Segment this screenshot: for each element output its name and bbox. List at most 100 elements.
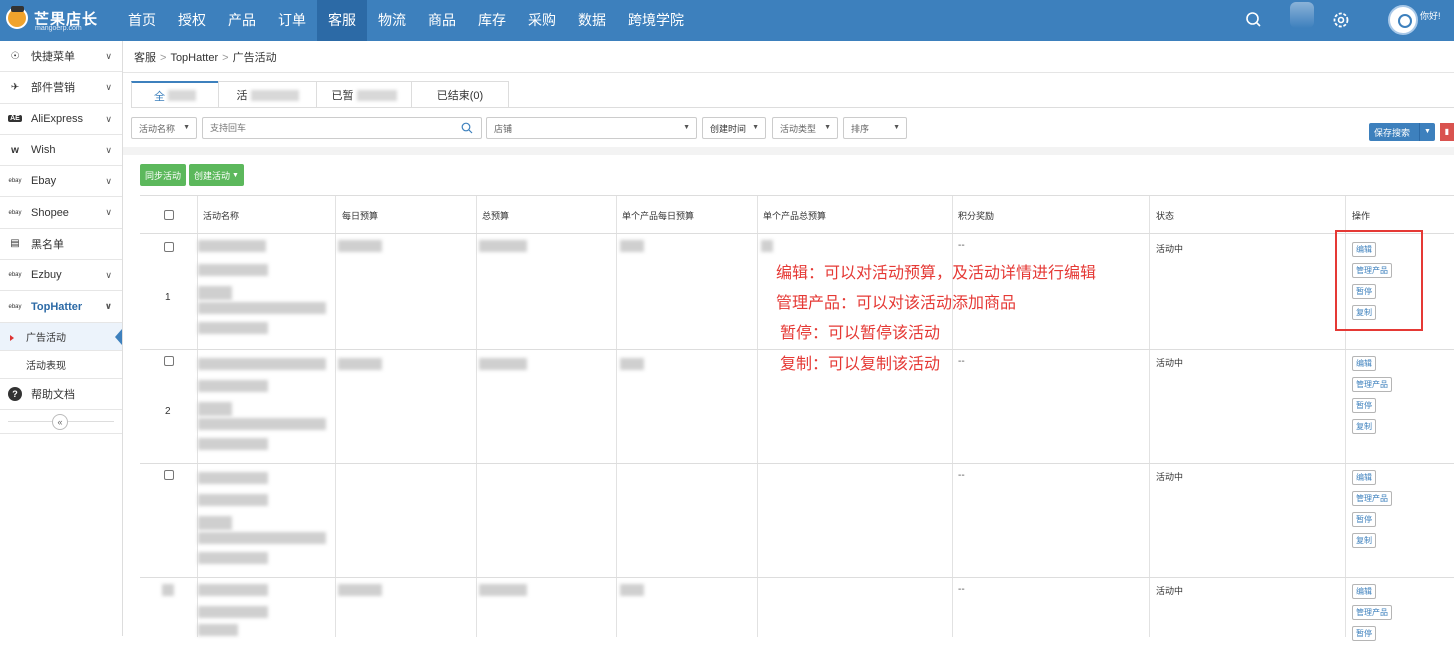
- copy-button[interactable]: 复制: [1352, 419, 1376, 434]
- nav-data[interactable]: 数据: [567, 0, 617, 41]
- manage-products-button[interactable]: 管理产品: [1352, 605, 1392, 620]
- save-search-button[interactable]: 保存搜索 ▼: [1369, 123, 1435, 141]
- settings-gear-icon[interactable]: [1331, 10, 1351, 30]
- row-checkbox[interactable]: [164, 356, 174, 366]
- button-label: 创建活动: [194, 170, 231, 181]
- sidebar-item-ezbuy[interactable]: ebay Ezbuy ∨: [0, 260, 122, 292]
- blurred-content: [338, 584, 382, 596]
- list-icon: ▤: [10, 238, 20, 250]
- search-icon[interactable]: [1244, 10, 1264, 30]
- pause-button[interactable]: 暂停: [1352, 398, 1376, 413]
- blurred-content: [479, 584, 527, 596]
- nav-goods[interactable]: 商品: [417, 0, 467, 41]
- caret-down-icon: ▼: [232, 171, 239, 179]
- nav-auth[interactable]: 授权: [167, 0, 217, 41]
- collapse-sidebar-icon[interactable]: «: [52, 413, 68, 430]
- nav-logistics[interactable]: 物流: [367, 0, 417, 41]
- sidebar-item-blacklist[interactable]: ▤ 黑名单: [0, 229, 122, 261]
- row-checkbox[interactable]: [164, 242, 174, 252]
- sort-select[interactable]: 排序 ▼: [843, 117, 907, 139]
- activity-name-select[interactable]: 活动名称 ▼: [131, 117, 197, 139]
- search-icon[interactable]: [461, 122, 473, 134]
- breadcrumb-item[interactable]: 客服: [134, 52, 156, 64]
- tab-ended[interactable]: 已结束(0): [411, 81, 509, 108]
- edit-button[interactable]: 编辑: [1352, 470, 1376, 485]
- caret-down-icon: ▼: [824, 124, 831, 131]
- nav-purchase[interactable]: 采购: [517, 0, 567, 41]
- nav-orders[interactable]: 订单: [267, 0, 317, 41]
- row-checkbox[interactable]: [164, 470, 174, 480]
- status-text: 活动中: [1156, 586, 1184, 596]
- sidebar-item-label: 黑名单: [31, 238, 64, 251]
- blurred-content: [198, 264, 268, 276]
- search-input[interactable]: [210, 123, 330, 133]
- manage-products-button[interactable]: 管理产品: [1352, 491, 1392, 506]
- button-label: 保存搜索: [1374, 127, 1411, 138]
- paper-plane-icon: ✈: [10, 81, 20, 93]
- chevron-down-icon: ∨: [105, 176, 112, 187]
- nav-academy[interactable]: 跨境学院: [617, 0, 695, 41]
- trash-icon[interactable]: ▮: [1440, 123, 1454, 141]
- sidebar-item-marketing[interactable]: ✈ 部件营销 ∨: [0, 72, 122, 104]
- sidebar: ☉ 快捷菜单 ∨ ✈ 部件营销 ∨ AE AliExpress ∨ w Wish ∨ ebay E…: [0, 41, 123, 636]
- edit-button[interactable]: 编辑: [1352, 356, 1376, 371]
- ebay-icon: ebay: [8, 303, 22, 310]
- created-time-select[interactable]: 创建时间 ▼: [702, 117, 766, 139]
- sidebar-item-aliexpress[interactable]: AE AliExpress ∨: [0, 104, 122, 135]
- sidebar-subitem-ad-campaigns[interactable]: 广告活动: [0, 322, 122, 351]
- tab-all[interactable]: 全: [131, 81, 219, 108]
- shop-select[interactable]: 店铺 ▼: [486, 117, 697, 139]
- blurred-content: [198, 358, 326, 370]
- tab-label: 已结束(0): [436, 90, 484, 102]
- blurred-content: [198, 584, 268, 596]
- breadcrumb-current: 广告活动: [232, 52, 277, 64]
- chevron-down-icon: ∨: [105, 144, 112, 155]
- blurred-content: [338, 240, 382, 252]
- nav-customer-service[interactable]: 客服: [317, 0, 367, 41]
- nav-home[interactable]: 首页: [117, 0, 167, 41]
- select-label: 店铺: [494, 123, 513, 134]
- ebay-icon: ebay: [8, 272, 22, 279]
- user-avatar[interactable]: [1388, 5, 1418, 35]
- select-all-checkbox[interactable]: [164, 210, 174, 220]
- pause-button[interactable]: 暂停: [1352, 512, 1376, 527]
- header-actions: 操作: [1352, 211, 1371, 221]
- pause-button[interactable]: 暂停: [1352, 626, 1376, 641]
- tab-paused[interactable]: 已暂: [316, 81, 412, 108]
- blurred-content: [479, 240, 527, 252]
- breadcrumb-item[interactable]: TopHatter: [170, 52, 218, 64]
- blurred-content: [198, 606, 268, 618]
- manage-products-button[interactable]: 管理产品: [1352, 377, 1392, 392]
- tab-label: 活: [236, 90, 248, 102]
- sidebar-item-wish[interactable]: w Wish ∨: [0, 135, 122, 167]
- nav-inventory[interactable]: 库存: [467, 0, 517, 41]
- sidebar-subitem-campaign-performance[interactable]: 活动表现: [0, 351, 122, 379]
- activity-type-select[interactable]: 活动类型 ▼: [772, 117, 838, 139]
- caret-down-icon: ▼: [893, 124, 900, 131]
- sync-campaigns-button[interactable]: 同步活动: [140, 164, 187, 186]
- chevron-down-icon: ∨: [105, 51, 112, 61]
- create-campaign-button[interactable]: 创建活动 ▼: [189, 164, 244, 186]
- breadcrumb: 客服 > TopHatter > 广告活动: [134, 52, 277, 64]
- notification-icon[interactable]: [1290, 2, 1314, 28]
- logo[interactable]: 芒果店长 mangoerp.com: [6, 6, 116, 34]
- sidebar-item-ebay[interactable]: ebay Ebay ∨: [0, 166, 122, 198]
- blurred-content: [620, 240, 644, 252]
- tab-active[interactable]: 活: [218, 81, 317, 108]
- copy-button[interactable]: 复制: [1352, 533, 1376, 548]
- blurred-content: [198, 302, 326, 314]
- sidebar-item-quick-menu[interactable]: ☉ 快捷菜单 ∨: [0, 41, 122, 73]
- sidebar-item-help-docs[interactable]: ? 帮助文档: [0, 379, 122, 410]
- sidebar-item-label: Shopee: [31, 206, 69, 219]
- logo-subtitle: mangoerp.com: [35, 25, 82, 32]
- blurred-content: [761, 240, 773, 252]
- header-product-total-budget: 单个产品总预算: [763, 211, 827, 221]
- sidebar-item-shopee[interactable]: ebay Shopee ∨: [0, 197, 122, 229]
- caret-down-icon: ▼: [683, 124, 690, 131]
- row-actions: 编辑 管理产品 暂停 复制: [1352, 470, 1392, 554]
- row-number: 1: [165, 292, 171, 303]
- table-header: 活动名称 每日预算 总预算 单个产品每日预算 单个产品总预算 积分奖励 状态 操…: [140, 196, 1454, 234]
- nav-products[interactable]: 产品: [217, 0, 267, 41]
- sidebar-item-tophatter[interactable]: ebay TopHatter ∨: [0, 291, 122, 323]
- edit-button[interactable]: 编辑: [1352, 584, 1376, 599]
